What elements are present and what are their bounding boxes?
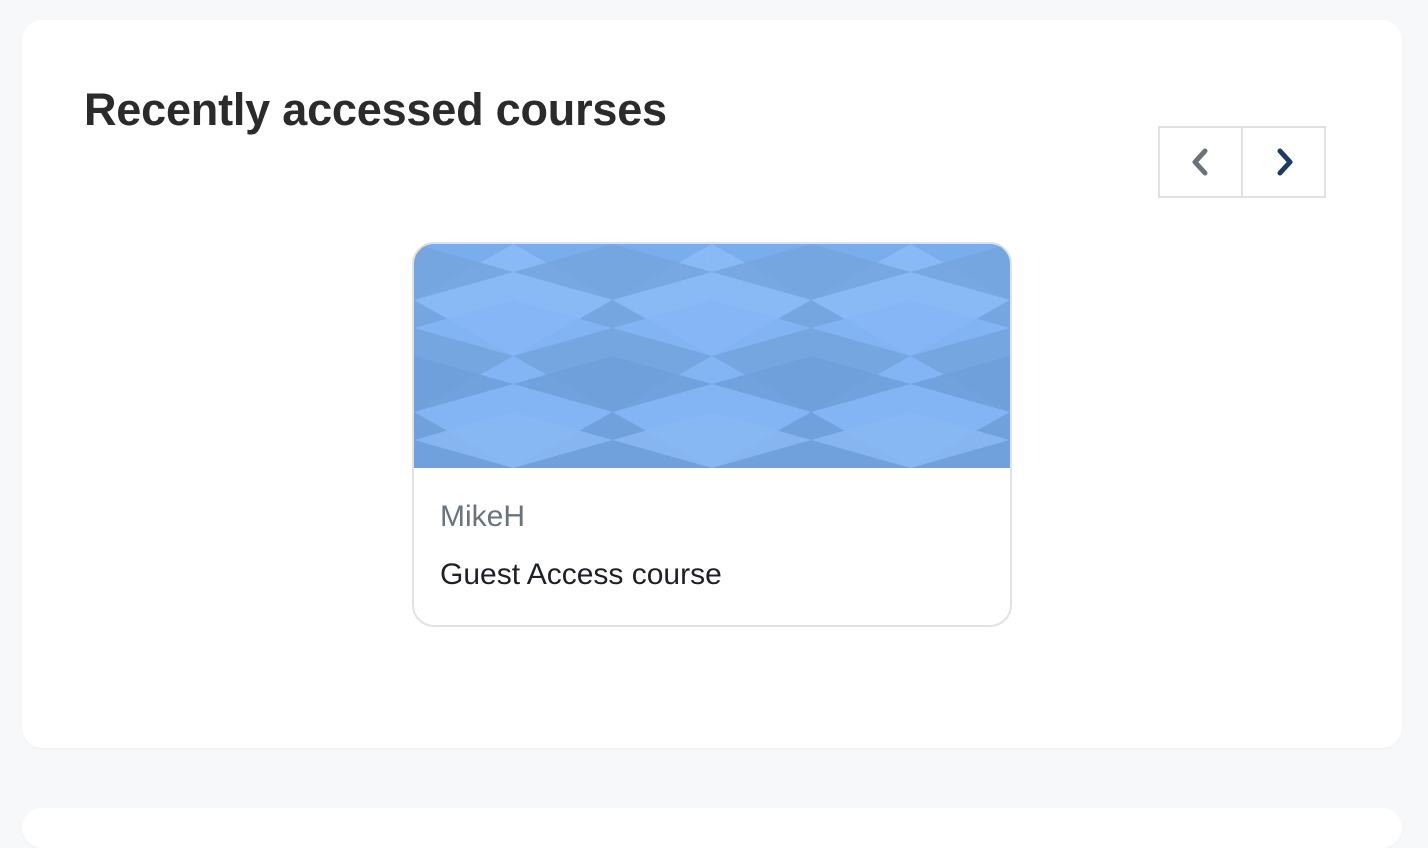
- course-category: MikeH: [440, 500, 526, 533]
- recently-accessed-courses-block: Recently accessed courses MikeH Guest Ac…: [22, 20, 1402, 748]
- course-image[interactable]: [414, 244, 1010, 468]
- course-card[interactable]: MikeH Guest Access course: [412, 242, 1012, 627]
- chevron-left-icon: [1192, 148, 1207, 176]
- chevron-right-icon: [1277, 148, 1292, 176]
- next-block: [22, 808, 1402, 848]
- course-paging-controls: [1158, 126, 1326, 198]
- next-page-button[interactable]: [1241, 128, 1324, 196]
- previous-page-button[interactable]: [1160, 128, 1241, 196]
- course-name-link[interactable]: Guest Access course: [440, 557, 722, 593]
- card-body: MikeH Guest Access course: [440, 499, 722, 593]
- block-title: Recently accessed courses: [84, 84, 667, 135]
